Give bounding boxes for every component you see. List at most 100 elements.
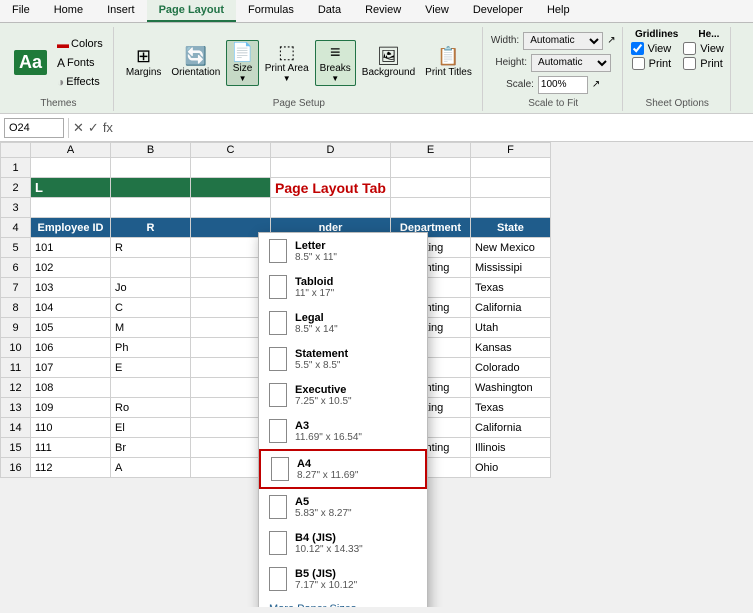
cell-f14[interactable]: California bbox=[470, 418, 550, 438]
cell-a7[interactable]: 103 bbox=[31, 278, 111, 298]
cell-b14[interactable]: El bbox=[111, 418, 191, 438]
confirm-icon[interactable]: ✓ bbox=[88, 120, 99, 136]
tab-file[interactable]: File bbox=[0, 0, 42, 22]
cell-b12[interactable] bbox=[111, 378, 191, 398]
cell-a16[interactable]: 112 bbox=[31, 458, 111, 478]
print-area-button[interactable]: ⬚ Print Area ▼ bbox=[261, 41, 313, 85]
cell-d1[interactable] bbox=[271, 158, 391, 178]
cell-b6[interactable] bbox=[111, 258, 191, 278]
size-legal[interactable]: Legal 8.5" x 14" bbox=[259, 305, 427, 341]
cell-f2[interactable] bbox=[470, 178, 550, 198]
themes-button[interactable]: Aa bbox=[10, 48, 51, 77]
cell-d3[interactable] bbox=[271, 198, 391, 218]
size-b4-jis[interactable]: B4 (JIS) 10.12" x 14.33" bbox=[259, 525, 427, 561]
orientation-button[interactable]: 🔄 Orientation bbox=[167, 45, 224, 80]
cell-b4[interactable]: R bbox=[111, 218, 191, 238]
cell-c2[interactable] bbox=[191, 178, 271, 198]
cell-a8[interactable]: 104 bbox=[31, 298, 111, 318]
cancel-icon[interactable]: ✕ bbox=[73, 120, 84, 136]
cell-d2[interactable]: Page Layout Tab bbox=[271, 178, 391, 198]
cell-a14[interactable]: 110 bbox=[31, 418, 111, 438]
col-c[interactable]: C bbox=[191, 143, 271, 158]
cell-f9[interactable]: Utah bbox=[470, 318, 550, 338]
size-letter[interactable]: Letter 8.5" x 11" bbox=[259, 233, 427, 269]
cell-a12[interactable]: 108 bbox=[31, 378, 111, 398]
cell-c3[interactable] bbox=[191, 198, 271, 218]
cell-b3[interactable] bbox=[111, 198, 191, 218]
tab-developer[interactable]: Developer bbox=[461, 0, 535, 22]
cell-a9[interactable]: 105 bbox=[31, 318, 111, 338]
col-b[interactable]: B bbox=[111, 143, 191, 158]
col-f[interactable]: F bbox=[470, 143, 550, 158]
cell-a10[interactable]: 106 bbox=[31, 338, 111, 358]
size-b5-jis[interactable]: B5 (JIS) 7.17" x 10.12" bbox=[259, 561, 427, 597]
tab-help[interactable]: Help bbox=[535, 0, 582, 22]
cell-e2[interactable] bbox=[390, 178, 470, 198]
cell-f6[interactable]: Mississipi bbox=[470, 258, 550, 278]
col-a[interactable]: A bbox=[31, 143, 111, 158]
cell-f5[interactable]: New Mexico bbox=[470, 238, 550, 258]
cell-a11[interactable]: 107 bbox=[31, 358, 111, 378]
tab-formulas[interactable]: Formulas bbox=[236, 0, 306, 22]
more-paper-sizes[interactable]: More Paper Sizes... bbox=[259, 597, 427, 607]
cell-reference-input[interactable] bbox=[4, 118, 64, 138]
background-button[interactable]: 🖼 Background bbox=[358, 45, 419, 80]
tab-data[interactable]: Data bbox=[306, 0, 353, 22]
headings-print-checkbox[interactable] bbox=[683, 57, 696, 70]
cell-a3[interactable] bbox=[31, 198, 111, 218]
cell-a1[interactable] bbox=[31, 158, 111, 178]
cell-a15[interactable]: 111 bbox=[31, 438, 111, 458]
cell-f10[interactable]: Kansas bbox=[470, 338, 550, 358]
cell-f15[interactable]: Illinois bbox=[470, 438, 550, 458]
cell-b9[interactable]: M bbox=[111, 318, 191, 338]
cell-b11[interactable]: E bbox=[111, 358, 191, 378]
cell-a6[interactable]: 102 bbox=[31, 258, 111, 278]
headings-view-checkbox[interactable] bbox=[683, 42, 696, 55]
col-d[interactable]: D bbox=[271, 143, 391, 158]
tab-review[interactable]: Review bbox=[353, 0, 413, 22]
size-button[interactable]: 📄 Size ▼ bbox=[226, 40, 258, 86]
gridlines-print-checkbox[interactable] bbox=[632, 57, 645, 70]
scale-input[interactable] bbox=[538, 76, 588, 94]
cell-f8[interactable]: California bbox=[470, 298, 550, 318]
effects-button[interactable]: ◑ Effects bbox=[53, 73, 107, 91]
size-tabloid[interactable]: Tabloid 11" x 17" bbox=[259, 269, 427, 305]
size-a4[interactable]: A4 8.27" x 11.69" bbox=[259, 449, 427, 489]
tab-page-layout[interactable]: Page Layout bbox=[147, 0, 236, 22]
breaks-button[interactable]: ≡ Breaks ▼ bbox=[315, 40, 356, 86]
col-e[interactable]: E bbox=[390, 143, 470, 158]
margins-button[interactable]: ⊞ Margins bbox=[122, 45, 166, 80]
cell-b5[interactable]: R bbox=[111, 238, 191, 258]
cell-c1[interactable] bbox=[191, 158, 271, 178]
gridlines-view-checkbox[interactable] bbox=[631, 42, 644, 55]
cell-b8[interactable]: C bbox=[111, 298, 191, 318]
cell-a13[interactable]: 109 bbox=[31, 398, 111, 418]
tab-home[interactable]: Home bbox=[42, 0, 95, 22]
cell-e3[interactable] bbox=[390, 198, 470, 218]
cell-f16[interactable]: Ohio bbox=[470, 458, 550, 478]
cell-f7[interactable]: Texas bbox=[470, 278, 550, 298]
size-statement[interactable]: Statement 5.5" x 8.5" bbox=[259, 341, 427, 377]
cell-f13[interactable]: Texas bbox=[470, 398, 550, 418]
size-a3[interactable]: A3 11.69" x 16.54" bbox=[259, 413, 427, 449]
cell-f12[interactable]: Washington bbox=[470, 378, 550, 398]
insert-function-icon[interactable]: fx bbox=[103, 120, 113, 135]
cell-b16[interactable]: A bbox=[111, 458, 191, 478]
cell-b7[interactable]: Jo bbox=[111, 278, 191, 298]
cell-b15[interactable]: Br bbox=[111, 438, 191, 458]
tab-insert[interactable]: Insert bbox=[95, 0, 147, 22]
cell-b1[interactable] bbox=[111, 158, 191, 178]
fonts-button[interactable]: A Fonts bbox=[53, 54, 107, 72]
size-executive[interactable]: Executive 7.25" x 10.5" bbox=[259, 377, 427, 413]
size-a5[interactable]: A5 5.83" x 8.27" bbox=[259, 489, 427, 525]
tab-view[interactable]: View bbox=[413, 0, 461, 22]
width-select[interactable]: Automatic bbox=[523, 32, 603, 50]
print-titles-button[interactable]: 📋 Print Titles bbox=[421, 45, 476, 80]
cell-a2[interactable]: L bbox=[31, 178, 111, 198]
cell-e1[interactable] bbox=[390, 158, 470, 178]
colors-button[interactable]: ▬ Colors bbox=[53, 35, 107, 53]
cell-f3[interactable] bbox=[470, 198, 550, 218]
cell-f1[interactable] bbox=[470, 158, 550, 178]
cell-b2[interactable] bbox=[111, 178, 191, 198]
cell-b13[interactable]: Ro bbox=[111, 398, 191, 418]
